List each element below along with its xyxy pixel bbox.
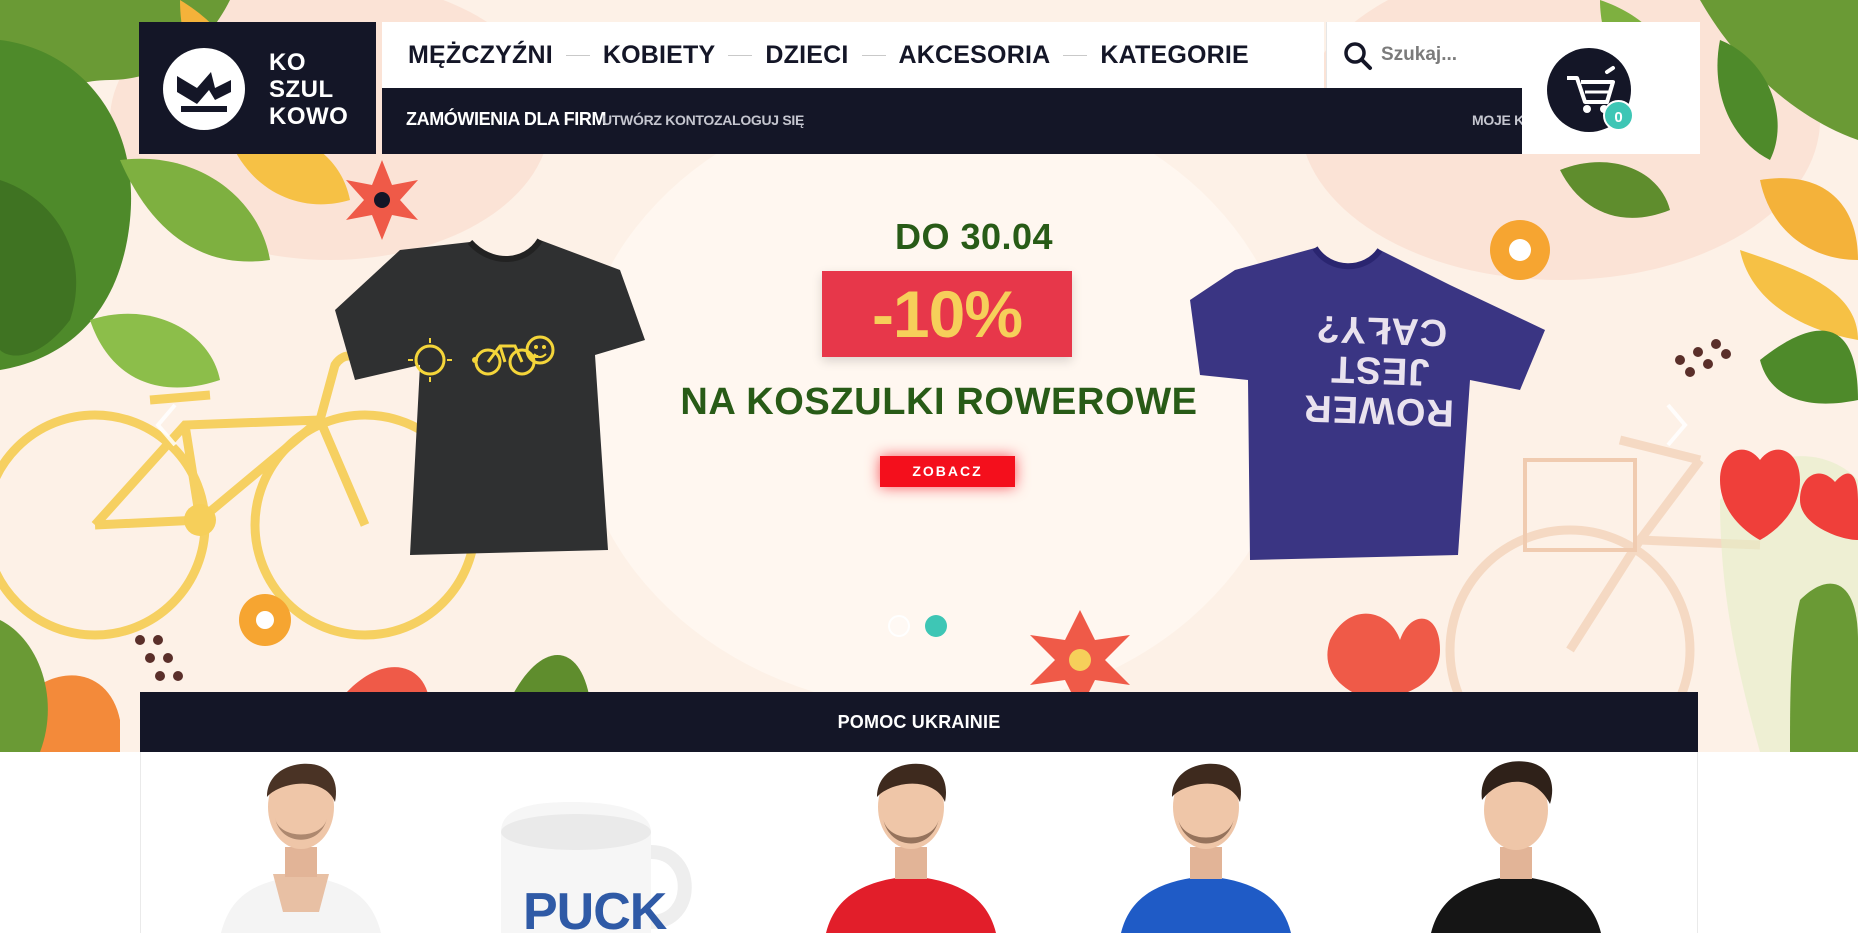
product-white-tshirt[interactable]: [201, 752, 401, 933]
search-icon[interactable]: [1343, 41, 1373, 71]
shirt-print-line-3: CAŁY?: [1314, 306, 1448, 354]
site-header: KO SZUL KOWO MĘŻCZYŹNI KOBIETY DZIECI AK…: [139, 22, 1700, 154]
promo-title: NA KOSZULKI ROWEROWE: [680, 381, 1198, 423]
search-input[interactable]: [1381, 39, 1517, 71]
search-box: [1326, 22, 1522, 88]
product-black-tshirt[interactable]: [1416, 752, 1616, 933]
nav-women[interactable]: KOBIETY: [603, 41, 716, 70]
product-blue-tshirt[interactable]: [1106, 752, 1306, 933]
nav-separator: [565, 54, 590, 56]
logo[interactable]: KO SZUL KOWO: [139, 22, 376, 154]
nav-kids[interactable]: DZIECI: [765, 41, 848, 70]
nav-men[interactable]: MĘŻCZYŹNI: [408, 41, 553, 70]
mug-print-text: PUCK: [523, 883, 667, 933]
promo-date: DO 30.04: [894, 216, 1054, 257]
cart-count-badge: 0: [1603, 100, 1634, 131]
product-red-tshirt[interactable]: [811, 752, 1011, 933]
nav-separator: [728, 54, 753, 56]
logo-mark-icon: [163, 48, 245, 130]
nav-categories[interactable]: KATEGORIE: [1100, 41, 1249, 70]
product-mug[interactable]: PUCK: [481, 752, 701, 933]
logo-text: KO SZUL KOWO: [269, 49, 348, 130]
logo-line-1: KO: [269, 49, 306, 76]
slider-dot-1[interactable]: [888, 615, 910, 637]
slider-dot-2-active[interactable]: [925, 615, 947, 637]
product-row: PUCK: [140, 752, 1698, 933]
ukraine-help-banner[interactable]: POMOC UKRAINIE: [140, 692, 1698, 752]
cart-area: 0: [1522, 22, 1700, 154]
logo-line-2: SZUL: [269, 76, 334, 103]
nav-accessories[interactable]: AKCESORIA: [899, 41, 1051, 70]
see-offer-button[interactable]: ZOBACZ: [880, 456, 1015, 487]
logo-line-3: KOWO: [269, 103, 349, 130]
nav-create-account[interactable]: UTWÓRZ KONTO: [602, 112, 714, 128]
promo-discount: -10%: [822, 271, 1072, 357]
nav-separator: [861, 54, 886, 56]
nav-business-orders[interactable]: ZAMÓWIENIA DLA FIRM: [406, 109, 606, 130]
nav-separator: [1063, 54, 1088, 56]
secondary-nav: ZAMÓWIENIA DLA FIRM UTWÓRZ KONTO ZALOGUJ…: [382, 88, 1563, 154]
nav-login[interactable]: ZALOGUJ SIĘ: [714, 112, 804, 128]
main-nav: MĘŻCZYŹNI KOBIETY DZIECI AKCESORIA KATEG…: [382, 22, 1324, 88]
page: ROWER JEST CAŁY? DO 30.04 -10% NA KOSZUL…: [0, 0, 1858, 933]
